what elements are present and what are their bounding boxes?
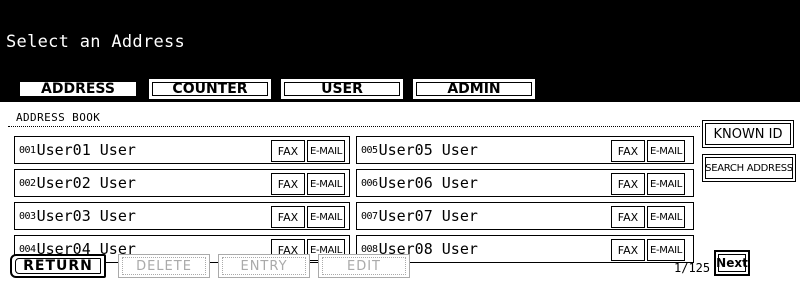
tab-admin-label: ADMIN	[447, 81, 501, 97]
search-address-button[interactable]: SEARCH ADDRESS	[702, 154, 796, 182]
address-book-label: ADDRESS BOOK	[16, 111, 101, 124]
fax-button[interactable]: FAX	[611, 173, 645, 195]
fax-button[interactable]: FAX	[271, 173, 305, 195]
fax-button[interactable]: FAX	[611, 206, 645, 228]
entry-number: 008	[361, 243, 378, 255]
email-button[interactable]: E-MAIL	[307, 173, 345, 195]
address-entry[interactable]: 003 User03 User FAX E-MAIL	[14, 202, 350, 230]
return-button[interactable]: RETURN	[10, 254, 106, 278]
fax-button[interactable]: FAX	[611, 239, 645, 261]
entry-number: 002	[19, 177, 36, 189]
entry-name: User01 User	[36, 141, 136, 159]
return-label: RETURN	[23, 258, 93, 274]
next-label: Next	[716, 256, 748, 270]
address-entry[interactable]: 007 User07 User FAX E-MAIL	[356, 202, 694, 230]
tab-counter-label: COUNTER	[172, 81, 248, 97]
known-id-label: KNOWN ID	[713, 126, 783, 142]
address-entry[interactable]: 001 User01 User FAX E-MAIL	[14, 136, 350, 164]
entry-number: 006	[361, 177, 378, 189]
email-button[interactable]: E-MAIL	[647, 140, 685, 162]
entry-name: User02 User	[36, 174, 136, 192]
tab-user-label: USER	[321, 81, 363, 97]
tab-address[interactable]: ADDRESS	[16, 78, 140, 100]
tab-bar: ADDRESS COUNTER USER ADMIN	[0, 76, 800, 100]
address-entry[interactable]: 006 User06 User FAX E-MAIL	[356, 169, 694, 197]
entry-name: User06 User	[378, 174, 478, 192]
email-button[interactable]: E-MAIL	[647, 239, 685, 261]
page-counter: 1/125	[674, 261, 711, 275]
address-entry[interactable]: 005 User05 User FAX E-MAIL	[356, 136, 694, 164]
page-title: Select an Address	[6, 32, 186, 52]
tab-user[interactable]: USER	[280, 78, 404, 100]
known-id-button[interactable]: KNOWN ID	[702, 120, 794, 148]
entry-name: User05 User	[378, 141, 478, 159]
search-address-label: SEARCH ADDRESS	[705, 162, 793, 174]
entry-number: 007	[361, 210, 378, 222]
fax-button[interactable]: FAX	[271, 206, 305, 228]
edit-label: EDIT	[347, 258, 381, 274]
fax-button[interactable]: FAX	[271, 140, 305, 162]
email-button[interactable]: E-MAIL	[307, 206, 345, 228]
entry-label: ENTRY	[240, 258, 288, 274]
edit-button: EDIT	[318, 254, 410, 278]
entry-number: 005	[361, 144, 378, 156]
entry-number: 003	[19, 210, 36, 222]
email-button[interactable]: E-MAIL	[307, 140, 345, 162]
entry-number: 004	[19, 243, 36, 255]
delete-button: DELETE	[118, 254, 210, 278]
fax-button[interactable]: FAX	[611, 140, 645, 162]
entry-button: ENTRY	[218, 254, 310, 278]
tab-address-label: ADDRESS	[41, 81, 115, 97]
address-entry[interactable]: 002 User02 User FAX E-MAIL	[14, 169, 350, 197]
entry-name: User07 User	[378, 207, 478, 225]
delete-label: DELETE	[136, 258, 192, 274]
next-button[interactable]: Next	[714, 250, 750, 276]
entry-name: User03 User	[36, 207, 136, 225]
tab-admin[interactable]: ADMIN	[412, 78, 536, 100]
email-button[interactable]: E-MAIL	[647, 206, 685, 228]
entry-number: 001	[19, 144, 36, 156]
email-button[interactable]: E-MAIL	[647, 173, 685, 195]
tab-counter[interactable]: COUNTER	[148, 78, 272, 100]
